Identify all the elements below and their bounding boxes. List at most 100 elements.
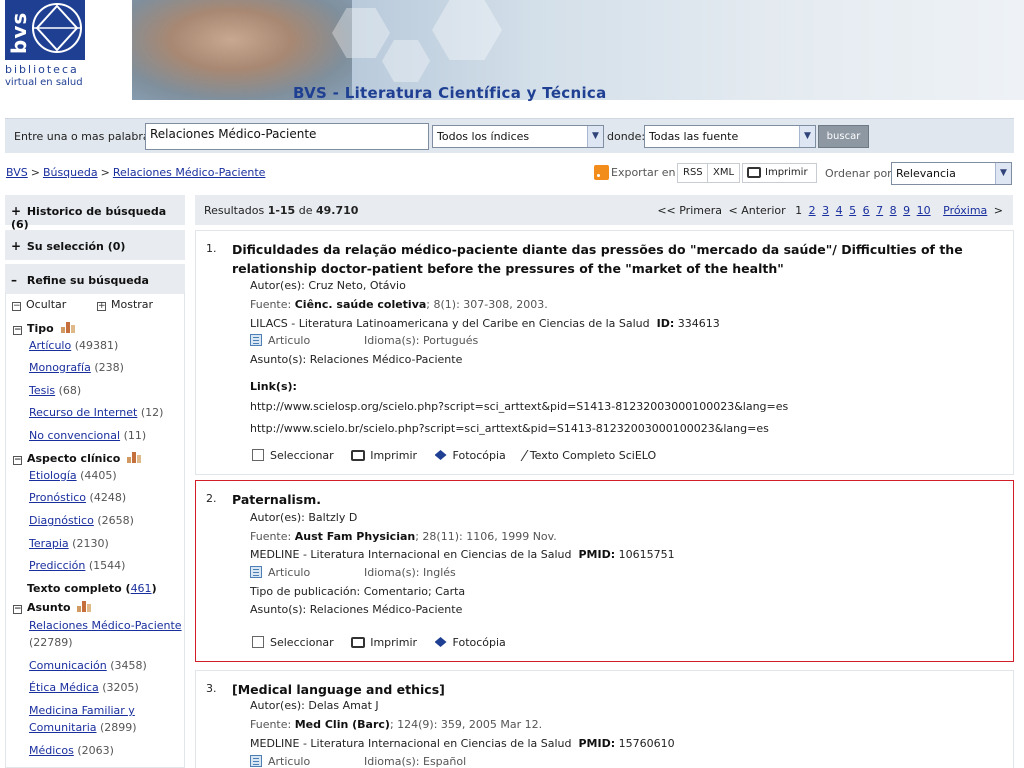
facet-item-count: (2063) [77, 744, 114, 757]
result-source: Fuente: Ciênc. saúde coletiva; 8(1): 307… [250, 298, 548, 311]
breadcrumb-separator: > [100, 166, 110, 179]
result-title[interactable]: Paternalism. [232, 490, 992, 509]
facet-item-link[interactable]: Comunitaria [29, 721, 97, 734]
pager-first[interactable]: << Primera [657, 204, 722, 217]
photocopy-icon[interactable] [434, 637, 447, 647]
fuente-details: ; 28(11): 1106, 1999 Nov. [415, 530, 557, 543]
facet-asunto[interactable]: − Asunto [13, 601, 93, 614]
facet-item-link[interactable]: Pronóstico [29, 491, 86, 504]
photocopy-label[interactable]: Fotocópia [453, 636, 506, 649]
sidebar-refine[interactable]: – Refine su búsqueda [5, 264, 185, 294]
pager-page[interactable]: 9 [903, 204, 910, 217]
pager-page[interactable]: 2 [809, 204, 816, 217]
printer-icon[interactable] [351, 450, 366, 461]
chevron-down-icon[interactable]: ▼ [587, 126, 603, 147]
facet-item: Médicos (2063) [29, 744, 114, 757]
facet-item-link[interactable]: Ética Médica [29, 681, 99, 694]
facet-item-link[interactable]: Monografía [29, 361, 91, 374]
search-button[interactable]: buscar [818, 125, 869, 148]
result-title[interactable]: [Medical language and ethics] [232, 680, 992, 699]
banner-hexagon [432, 0, 502, 60]
facet-item-link[interactable]: Medicina Familiar y [29, 704, 135, 717]
results-bar: Resultados 1-15 de 49.710 << Primera < A… [195, 195, 1013, 225]
facet-item-link[interactable]: Tesis [29, 384, 55, 397]
doc-type: Articulo [268, 755, 311, 768]
print-label[interactable]: Imprimir [370, 449, 417, 462]
result-database: MEDLINE - Literatura Internacional en Ci… [250, 548, 675, 561]
expand-all-toggle[interactable]: + Mostrar [97, 298, 153, 311]
facet-item-link[interactable]: Relaciones Médico-Paciente [29, 619, 182, 632]
breadcrumb-busqueda[interactable]: Búsqueda [43, 166, 98, 179]
facet-item-link[interactable]: Recurso de Internet [29, 406, 137, 419]
pager-page[interactable]: 10 [917, 204, 931, 217]
sort-select[interactable]: Relevancia ▼ [891, 162, 1012, 185]
pager-page[interactable]: 3 [822, 204, 829, 217]
print-all-button[interactable]: Imprimir [742, 163, 817, 183]
result-link[interactable]: http://www.scielosp.org/scielo.php?scrip… [250, 400, 788, 413]
chevron-down-icon[interactable]: ▼ [995, 163, 1011, 184]
sidebar-seleccion[interactable]: + Su selección (0) [5, 230, 185, 260]
pager-previous[interactable]: < Anterior [729, 204, 786, 217]
pager-page[interactable]: 5 [849, 204, 856, 217]
print-label[interactable]: Imprimir [370, 636, 417, 649]
facet-item: Recurso de Internet (12) [29, 406, 163, 419]
print-all-label: Imprimir [765, 167, 808, 178]
facet-item-link[interactable]: No convencional [29, 429, 120, 442]
facet-item-link[interactable]: Diagnóstico [29, 514, 94, 527]
facet-item-count: (68) [58, 384, 82, 397]
idioma-label: Idioma(s): [364, 566, 420, 579]
facet-item-link[interactable]: Médicos [29, 744, 74, 757]
photocopy-label[interactable]: Fotocópia [453, 449, 506, 462]
fuente-select[interactable]: Todas las fuente ▼ [644, 125, 816, 148]
breadcrumb-separator: > [30, 166, 40, 179]
facet-item-link[interactable]: Artículo [29, 339, 71, 352]
fuente-journal: Med Clin (Barc) [294, 718, 390, 731]
mostrar-label: Mostrar [111, 298, 154, 311]
fuente-details: ; 124(9): 359, 2005 Mar 12. [389, 718, 543, 731]
pager-next-arrow[interactable]: > [994, 204, 1003, 217]
document-icon [250, 755, 262, 767]
pager-page[interactable]: 7 [876, 204, 883, 217]
facet-item-link[interactable]: Predicción [29, 559, 85, 572]
plus-box-icon[interactable] [13, 583, 22, 592]
facet-aspecto[interactable]: − Aspecto clínico [13, 452, 143, 465]
result-doc-type: Articulo Idioma(s): Portugués [250, 334, 478, 347]
chevron-down-icon[interactable]: ▼ [799, 126, 815, 147]
sidebar-historico[interactable]: + Historico de búsqueda (6) [5, 195, 185, 231]
breadcrumb-bvs[interactable]: BVS [6, 166, 28, 179]
photocopy-icon[interactable] [434, 450, 447, 460]
facet-item-link[interactable]: Comunicación [29, 659, 107, 672]
pager-next[interactable]: Próxima [943, 204, 987, 217]
select-checkbox[interactable] [252, 636, 264, 648]
pager-page[interactable]: 4 [836, 204, 843, 217]
bvs-logo[interactable]: bvs biblioteca virtual en salud [0, 0, 88, 100]
breadcrumb-query[interactable]: Relaciones Médico-Paciente [113, 166, 266, 179]
facet-item-link[interactable]: Terapia [29, 537, 69, 550]
indices-select[interactable]: Todos los índices ▼ [432, 125, 604, 148]
bar-chart-icon[interactable] [77, 601, 93, 612]
export-rss-button[interactable]: RSS [677, 163, 709, 183]
facet-item-count: (3205) [102, 681, 139, 694]
texto-completo-count-link[interactable]: 461 [131, 582, 152, 595]
logo-mark: bvs [5, 0, 85, 60]
select-checkbox[interactable] [252, 449, 264, 461]
scielo-icon[interactable]: ⁄ [523, 447, 526, 465]
printer-icon[interactable] [351, 637, 366, 648]
result-link[interactable]: http://www.scielo.br/scielo.php?script=s… [250, 422, 769, 435]
facet-item: Predicción (1544) [29, 559, 125, 572]
doc-type: Articulo [268, 566, 311, 579]
sort-select-value: Relevancia [896, 167, 956, 180]
facet-tipo[interactable]: − Tipo [13, 322, 77, 335]
facet-item-count: (1544) [88, 559, 126, 572]
fulltext-label[interactable]: Texto Completo SciELO [530, 449, 656, 462]
pager-page[interactable]: 6 [863, 204, 870, 217]
search-input[interactable]: Relaciones Médico-Paciente [145, 123, 429, 150]
facet-item-link[interactable]: Etiología [29, 469, 77, 482]
bar-chart-icon[interactable] [127, 452, 143, 463]
breadcrumb-row: BVS > Búsqueda > Relaciones Médico-Paciente … [0, 160, 1024, 188]
collapse-all-toggle[interactable]: − Ocultar [12, 298, 66, 311]
result-title[interactable]: Dificuldades da relação médico-paciente … [232, 240, 992, 278]
export-xml-button[interactable]: XML [707, 163, 741, 183]
bar-chart-icon[interactable] [60, 322, 77, 333]
pager-page[interactable]: 8 [890, 204, 897, 217]
